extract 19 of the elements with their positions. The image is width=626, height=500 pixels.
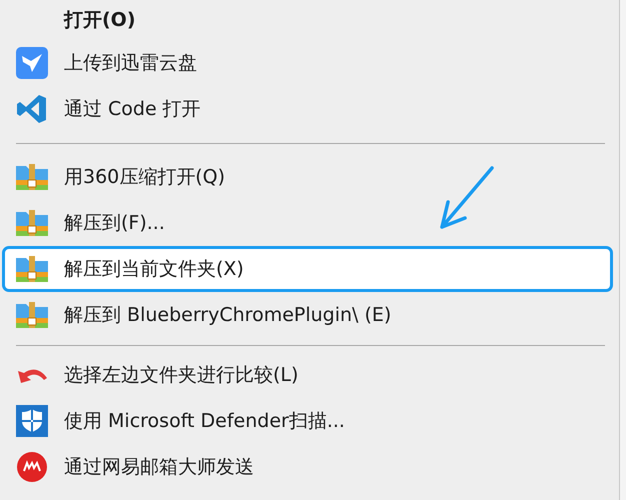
menu-item[interactable]: 用360压缩打开(Q) [0,154,619,200]
menu-item[interactable]: 解压到当前文件夹(X) [2,246,613,292]
mail-app-icon [17,452,47,482]
code-editor-icon [16,93,48,125]
archive-folder-icon [16,254,48,284]
menu-item[interactable]: 解压到 BlueberryChromePlugin\ (E) [0,292,619,338]
annotation-arrow [440,166,494,229]
menu-item[interactable]: 选择左边文件夹进行比较(L) [0,352,619,398]
archive-folder-icon [16,162,48,192]
archive-folder-icon [16,300,48,330]
archive-folder-icon [16,208,48,238]
menu-item[interactable]: 使用 Microsoft Defender扫描... [0,398,619,444]
bird-icon [16,47,48,79]
menu-item[interactable]: 上传到迅雷云盘 [0,40,619,86]
menu-item[interactable]: 解压到(F)... [0,200,619,246]
menu-item[interactable]: 通过 Code 打开 [0,86,619,132]
menu-item[interactable]: 通过网易邮箱大师发送 [0,444,619,490]
shield-icon [16,405,48,437]
menu-item[interactable]: 打开(O) [0,0,619,40]
